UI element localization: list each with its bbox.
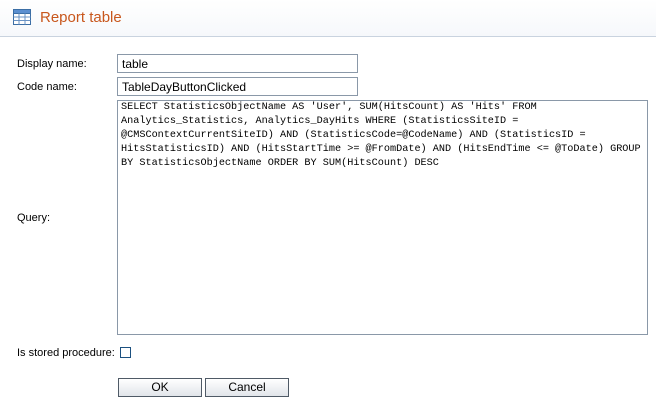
code-name-label: Code name: <box>17 81 77 93</box>
cancel-button[interactable]: Cancel <box>205 378 289 397</box>
page-title: Report table <box>40 9 122 26</box>
table-icon <box>13 9 31 25</box>
display-name-input[interactable] <box>117 54 358 73</box>
query-text: SELECT StatisticsObjectName AS 'User', S… <box>121 102 647 169</box>
page-header: Report table <box>0 0 656 37</box>
ok-button[interactable]: OK <box>118 378 202 397</box>
stored-procedure-label: Is stored procedure: <box>17 347 115 359</box>
query-label: Query: <box>17 212 51 224</box>
query-textarea[interactable]: SELECT StatisticsObjectName AS 'User', S… <box>117 100 648 335</box>
code-name-input[interactable] <box>117 77 358 96</box>
report-table-dialog: Report table Display name: Code name: Qu… <box>0 0 656 402</box>
stored-procedure-checkbox[interactable] <box>120 347 131 358</box>
display-name-label: Display name: <box>17 58 87 70</box>
